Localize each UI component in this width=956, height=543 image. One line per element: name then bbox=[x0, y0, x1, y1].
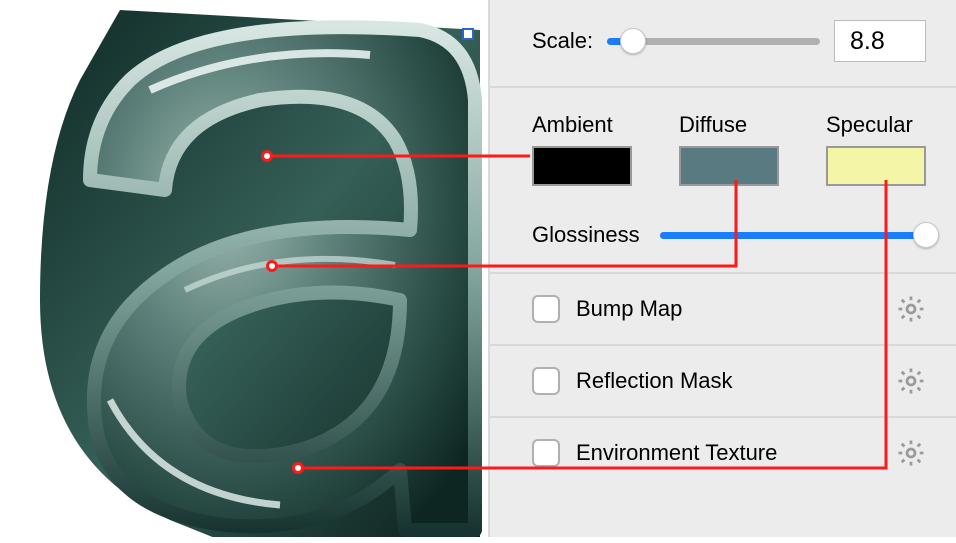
specular-swatch[interactable] bbox=[826, 146, 926, 186]
callout-dot-ambient bbox=[261, 150, 273, 162]
selection-handle-top-right[interactable] bbox=[462, 28, 474, 40]
scale-input[interactable] bbox=[834, 20, 926, 62]
bump-map-checkbox[interactable] bbox=[532, 295, 560, 323]
environment-texture-label: Environment Texture bbox=[576, 440, 777, 466]
specular-label: Specular bbox=[826, 112, 926, 138]
reflection-mask-label: Reflection Mask bbox=[576, 368, 733, 394]
ambient-label: Ambient bbox=[532, 112, 632, 138]
diffuse-swatch[interactable] bbox=[679, 146, 779, 186]
bump-map-settings-button[interactable] bbox=[896, 294, 926, 324]
environment-texture-checkbox[interactable] bbox=[532, 439, 560, 467]
properties-panel: Scale: Ambient Diffuse Specular Glossine… bbox=[488, 0, 956, 537]
ambient-swatch[interactable] bbox=[532, 146, 632, 186]
reflection-mask-settings-button[interactable] bbox=[896, 366, 926, 396]
bump-map-label: Bump Map bbox=[576, 296, 682, 322]
diffuse-label: Diffuse bbox=[679, 112, 779, 138]
bump-map-row: Bump Map bbox=[490, 274, 956, 346]
scale-label: Scale: bbox=[532, 28, 593, 54]
color-swatch-row: Ambient Diffuse Specular bbox=[490, 88, 956, 186]
glossiness-row: Glossiness bbox=[490, 186, 956, 274]
callout-dot-specular bbox=[292, 462, 304, 474]
glossiness-slider[interactable] bbox=[660, 226, 926, 244]
glossiness-label: Glossiness bbox=[532, 222, 640, 248]
scale-row: Scale: bbox=[490, 0, 956, 88]
environment-texture-settings-button[interactable] bbox=[896, 438, 926, 468]
reflection-mask-checkbox[interactable] bbox=[532, 367, 560, 395]
reflection-mask-row: Reflection Mask bbox=[490, 346, 956, 418]
canvas-area[interactable] bbox=[0, 0, 488, 537]
callout-dot-diffuse bbox=[266, 260, 278, 272]
scale-slider[interactable] bbox=[607, 32, 820, 50]
letter-a-3d-preview bbox=[0, 0, 488, 537]
environment-texture-row: Environment Texture bbox=[490, 418, 956, 488]
